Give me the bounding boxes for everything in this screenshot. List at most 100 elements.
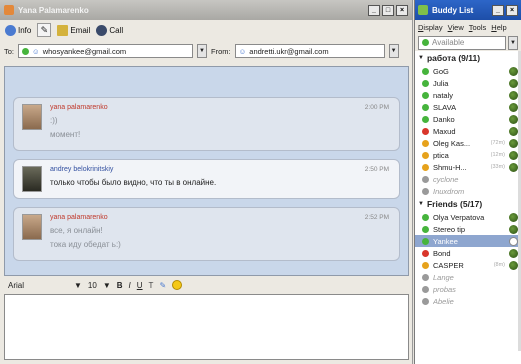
smiley-icon[interactable]: [172, 280, 183, 290]
buddy-name: CASPER: [433, 260, 464, 270]
chat-toolbar: Info ✎ Email Call: [0, 20, 412, 40]
buddy-window-controls: _ ×: [492, 4, 518, 16]
buddy-row[interactable]: Lange: [415, 271, 521, 283]
buddy-row[interactable]: Olya Verpatova: [415, 211, 521, 223]
maximize-button[interactable]: □: [382, 4, 394, 16]
window-controls: _ □ ×: [368, 4, 408, 16]
from-field[interactable]: ☺ andretti.ukr@gmail.com: [234, 44, 385, 58]
status-field[interactable]: Available: [418, 35, 506, 50]
buddy-protocol-icon: [509, 248, 518, 258]
presence-dot-icon: [422, 115, 429, 123]
buddy-name: Oleg Kas...: [433, 138, 471, 148]
contact-icon: ☺: [32, 46, 40, 56]
buddy-row[interactable]: nataly: [415, 89, 521, 101]
pencil-icon[interactable]: ✎: [37, 23, 52, 37]
buddy-group-header[interactable]: ▼ Friends (5/17): [415, 197, 521, 211]
group-name: Friends (5/17): [426, 199, 483, 209]
buddy-row[interactable]: Inuxdrom: [415, 185, 521, 197]
buddy-row[interactable]: Yankee: [415, 235, 521, 247]
info-icon: [5, 24, 16, 36]
to-field[interactable]: ☺ whosyankee@gmail.com: [18, 44, 194, 58]
buddy-row[interactable]: GoG: [415, 65, 521, 77]
buddy-row[interactable]: probas: [415, 283, 521, 295]
italic-button[interactable]: I: [129, 281, 131, 290]
buddy-protocol-icon: [509, 126, 518, 136]
message-input[interactable]: [4, 294, 409, 360]
buddy-row[interactable]: Maxud: [415, 125, 521, 137]
info-label: Info: [18, 25, 32, 35]
status-selector: Available ▼: [415, 34, 521, 51]
minimize-button[interactable]: _: [492, 4, 504, 16]
to-dropdown-icon[interactable]: ▼: [197, 44, 208, 58]
buddy-group-header[interactable]: ▼ работа (9/11): [415, 51, 521, 65]
message-text: момент!: [50, 130, 81, 139]
buddy-name: Bond: [433, 248, 451, 258]
font-select[interactable]: Arial: [8, 281, 68, 290]
buddy-row[interactable]: Shmu-H... (33m): [415, 161, 521, 173]
buddy-name: Stereo tip: [433, 224, 466, 234]
buddy-protocol-icon: [509, 260, 518, 270]
buddy-row[interactable]: cyclone: [415, 173, 521, 185]
text-color-icon[interactable]: T: [149, 281, 154, 290]
chat-window: Yana Palamarenko _ □ × Info ✎ Email Call…: [0, 0, 413, 364]
buddy-menubar: Display View Tools Help: [415, 20, 521, 34]
buddy-row[interactable]: Danko: [415, 113, 521, 125]
buddy-row[interactable]: Abelie: [415, 295, 521, 307]
buddy-name: Shmu-H...: [433, 162, 467, 172]
message-sender: andrey belokrinitskiy: [50, 166, 114, 173]
buddy-row[interactable]: SLAVA: [415, 101, 521, 113]
buddy-row[interactable]: Oleg Kas... (72m): [415, 137, 521, 149]
menu-tools[interactable]: Tools: [469, 23, 487, 32]
status-dot-icon: [22, 47, 30, 55]
buddy-row[interactable]: Julia: [415, 77, 521, 89]
idle-time: (8m): [493, 262, 505, 268]
menu-display[interactable]: Display: [418, 23, 443, 32]
call-button[interactable]: Call: [96, 24, 123, 36]
buddy-row[interactable]: Bond: [415, 247, 521, 259]
close-button[interactable]: ×: [396, 4, 408, 16]
buddy-titlebar: Buddy List _ ×: [415, 0, 521, 20]
email-button[interactable]: Email: [57, 24, 90, 36]
idle-time: (33m): [490, 164, 505, 170]
buddy-name: cyclone: [433, 174, 459, 184]
message: andrey belokrinitskiy только чтобы было …: [13, 159, 400, 199]
message-text: все, я онлайн!: [50, 226, 103, 235]
buddy-name: nataly: [433, 90, 454, 100]
background-color-icon[interactable]: ✎: [159, 281, 166, 290]
presence-dot-icon: [422, 249, 429, 257]
menu-view[interactable]: View: [448, 23, 464, 32]
underline-button[interactable]: U: [137, 281, 143, 290]
bold-button[interactable]: B: [117, 281, 123, 290]
buddy-protocol-icon: [509, 162, 518, 172]
presence-dot-icon: [422, 273, 429, 281]
buddy-row[interactable]: Stereo tip: [415, 223, 521, 235]
idle-time: (12m): [490, 152, 505, 158]
message-sender: yana palamarenko: [50, 214, 108, 221]
chat-title: Yana Palamarenko: [18, 5, 89, 15]
idle-time: (72m): [490, 140, 505, 146]
buddy-name: SLAVA: [433, 102, 457, 112]
menu-help[interactable]: Help: [491, 23, 506, 32]
address-row: To: ☺ whosyankee@gmail.com ▼ From: ☺ and…: [0, 40, 412, 62]
presence-dot-icon: [422, 261, 429, 269]
presence-dot-icon: [422, 151, 429, 159]
font-dropdown-icon[interactable]: ▼: [74, 281, 82, 290]
conversation-history[interactable]: yana palamarenko :)) момент! 2:00 PM and…: [4, 66, 409, 276]
close-button[interactable]: ×: [506, 4, 518, 16]
buddy-name: Julia: [433, 78, 449, 88]
font-size-select[interactable]: 10: [88, 281, 97, 290]
size-dropdown-icon[interactable]: ▼: [103, 281, 111, 290]
email-icon: [57, 24, 69, 36]
expand-arrow-icon[interactable]: ▼: [418, 201, 424, 207]
presence-dot-icon: [422, 67, 429, 75]
buddy-name: Abelie: [433, 296, 454, 306]
info-button[interactable]: Info: [5, 24, 32, 36]
buddy-row[interactable]: ptica (12m): [415, 149, 521, 161]
presence-dot-icon: [422, 103, 429, 111]
expand-arrow-icon[interactable]: ▼: [418, 55, 424, 61]
from-dropdown-icon[interactable]: ▼: [388, 44, 399, 58]
status-dropdown-icon[interactable]: ▼: [508, 35, 518, 50]
minimize-button[interactable]: _: [368, 4, 380, 16]
buddy-row[interactable]: CASPER (8m): [415, 259, 521, 271]
presence-dot-icon: [422, 91, 429, 99]
